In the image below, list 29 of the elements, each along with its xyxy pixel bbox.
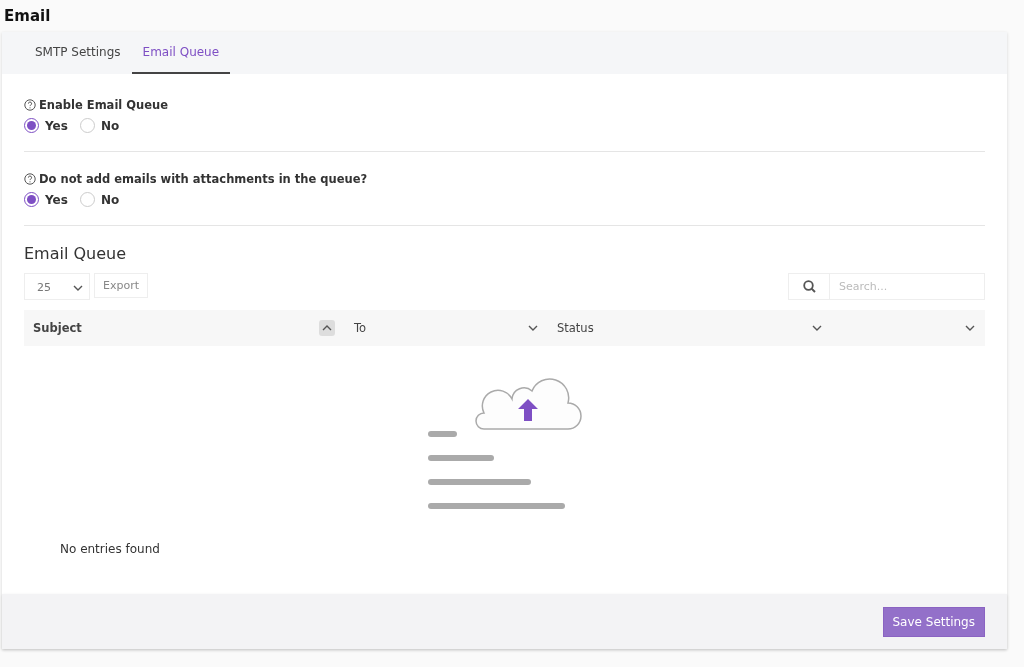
radio-button[interactable] (24, 118, 39, 133)
export-button[interactable]: Export (94, 273, 148, 298)
search-field[interactable]: Search... (830, 273, 985, 300)
page-title: Email (4, 6, 52, 26)
column-header[interactable]: Status (548, 310, 832, 346)
page-size-select[interactable]: 25 (24, 273, 90, 300)
section-title: Email Queue (24, 244, 128, 263)
radio-label: Yes (45, 118, 68, 133)
column-header[interactable]: Subject (24, 310, 345, 346)
radio-button[interactable] (24, 192, 39, 207)
chevron-down-icon (73, 284, 83, 291)
search-icon (802, 280, 816, 293)
empty-message: No entries found (60, 542, 160, 556)
setting-label: Do not add emails with attachments in the queue? (39, 172, 368, 186)
setting-label: Enable Email Queue (39, 98, 168, 112)
tab[interactable]: SMTP Settings (24, 32, 132, 74)
radio-label: No (100, 118, 120, 133)
save-button[interactable]: Save Settings (882, 607, 985, 637)
help-icon (24, 99, 36, 111)
search-button[interactable] (788, 273, 830, 300)
radio-label: No (100, 192, 120, 207)
chevron-down-icon (965, 325, 975, 331)
tab[interactable]: Email Queue (131, 32, 231, 74)
chevron-down-icon (528, 325, 538, 331)
help-icon (24, 173, 36, 185)
column-header[interactable]: To (345, 310, 548, 346)
chevron-up-icon (322, 325, 332, 331)
chevron-down-icon (812, 325, 822, 331)
radio-label: Yes (45, 192, 68, 207)
